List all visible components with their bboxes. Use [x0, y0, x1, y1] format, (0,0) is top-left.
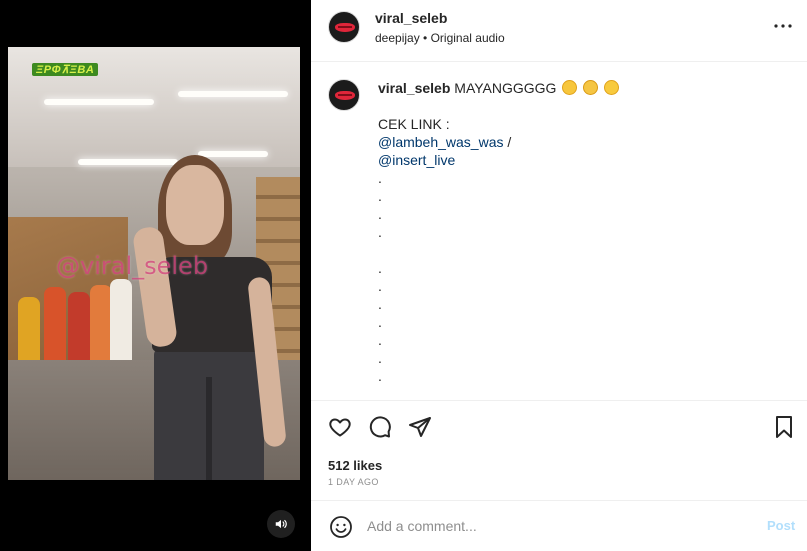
audio-info: deepijay • Original audio — [375, 31, 505, 45]
audio-user-link[interactable]: deepijay — [375, 31, 420, 45]
caption-line: @lambeh_was_was / — [378, 133, 511, 151]
caption-line: . — [378, 278, 382, 294]
video-player[interactable]: ΞΡΦ⊼ΞΒΑ @viral_seleb — [8, 47, 300, 480]
post-actions: 512 likes 1 DAY AGO — [311, 400, 807, 508]
post-comment-button[interactable]: Post — [767, 518, 795, 533]
more-options-button[interactable] — [769, 14, 797, 38]
scene-light — [78, 159, 178, 165]
caption-mention-link[interactable]: @lambeh_was_was — [378, 134, 504, 150]
post-media[interactable]: ΞΡΦ⊼ΞΒΑ @viral_seleb — [0, 0, 311, 551]
like-button[interactable] — [327, 414, 353, 440]
watermark: @viral_seleb — [56, 252, 209, 280]
speaker-icon — [275, 519, 287, 529]
caption-line: . — [378, 296, 382, 312]
mute-button[interactable] — [267, 510, 295, 538]
scene-light — [198, 151, 268, 157]
scene-person — [154, 347, 264, 480]
caption-line: . — [378, 314, 382, 330]
caption-line: . — [378, 368, 382, 384]
caption-line: CEK LINK : — [378, 116, 450, 132]
post-caption: viral_seleb MAYANGGGGG CEK LINK : @lambeh… — [311, 62, 807, 400]
caption-line: . — [378, 350, 382, 366]
avatar[interactable] — [328, 11, 360, 43]
header-username[interactable]: viral_seleb — [375, 10, 447, 26]
bookmark-icon — [776, 416, 792, 438]
caption-line: . — [378, 188, 382, 204]
caption-line: . — [378, 332, 382, 348]
scene-light — [178, 91, 288, 97]
caption-body: CEK LINK : @lambeh_was_was / @insert_live.… — [378, 115, 511, 385]
more-horizontal-icon — [774, 24, 792, 28]
thinking-emoji-icon — [583, 80, 599, 95]
send-icon — [409, 417, 431, 437]
likes-count[interactable]: 512 likes — [328, 458, 382, 473]
caption-username[interactable]: viral_seleb — [378, 80, 450, 96]
caption-line: . — [378, 170, 382, 186]
comment-input[interactable] — [367, 515, 747, 537]
caption-line: . — [378, 260, 382, 276]
separator: • — [423, 31, 428, 45]
caption-line-suffix: / — [503, 134, 512, 150]
caption-line: . — [378, 206, 382, 222]
save-button[interactable] — [771, 414, 797, 440]
scene-light — [44, 99, 154, 105]
comment-bar: Post — [311, 500, 807, 551]
broadcast-logo: ΞΡΦ⊼ΞΒΑ — [32, 63, 99, 76]
comment-button[interactable] — [367, 414, 393, 440]
grinning-emoji-icon — [604, 80, 620, 95]
scene-person — [166, 165, 224, 245]
audio-link[interactable]: Original audio — [431, 31, 505, 45]
heart-icon — [329, 418, 351, 437]
comment-icon — [369, 416, 391, 438]
share-button[interactable] — [407, 414, 433, 440]
post-header: viral_seleb deepijay • Original audio — [311, 0, 807, 62]
caption-text: MAYANGGGGG — [454, 80, 557, 96]
caption-line — [378, 241, 511, 259]
emoji-picker-button[interactable] — [328, 514, 354, 540]
laughing-emoji-icon — [562, 80, 578, 95]
smiley-icon — [330, 516, 352, 538]
caption-mention-link[interactable]: @insert_live — [378, 152, 455, 168]
post-panel: viral_seleb deepijay • Original audio vi… — [311, 0, 807, 551]
caption-line: @insert_live — [378, 151, 511, 169]
caption-avatar[interactable] — [328, 79, 360, 111]
post-timestamp[interactable]: 1 DAY AGO — [328, 477, 379, 487]
caption-first-line: viral_seleb MAYANGGGGG — [378, 79, 620, 97]
caption-line: . — [378, 224, 382, 240]
